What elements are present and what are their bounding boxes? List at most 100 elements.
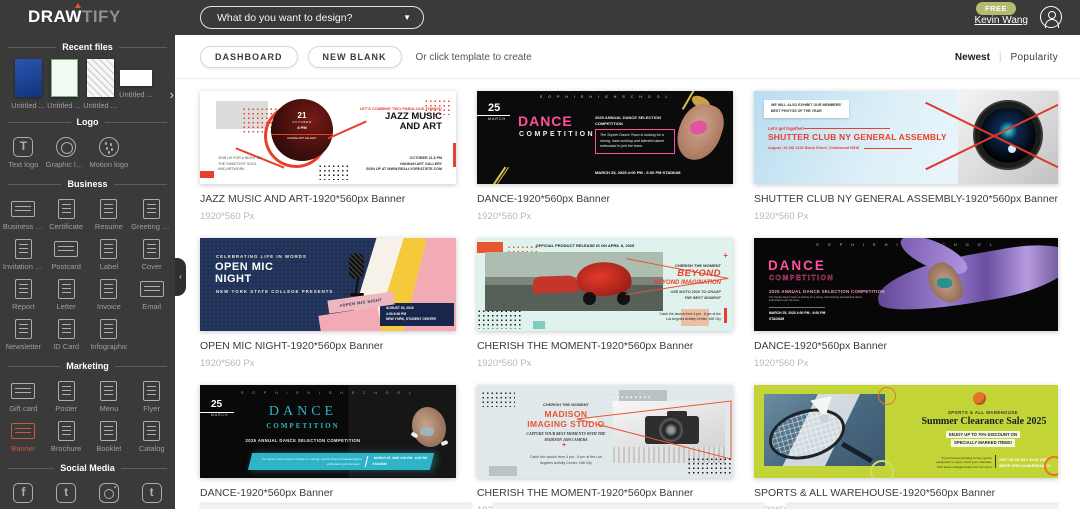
design-type-dropdown[interactable]: What do you want to design? ▼ xyxy=(200,6,424,29)
sidebar-item-invitation-card[interactable]: Invitation card xyxy=(2,239,45,271)
tumblr-icon: t xyxy=(141,483,162,503)
sidebar-item-poster[interactable]: Poster xyxy=(45,381,88,413)
warehouse-brand: SPORTS & ALL WAREHOUSE xyxy=(947,410,1019,415)
sort-popularity[interactable]: Popularity xyxy=(1011,52,1058,63)
jazz-title: JAZZ MUSIC AND ART xyxy=(384,111,442,133)
sidebar-item-motion-logo[interactable]: Motion logo xyxy=(88,137,131,169)
event-text: 2025 ANNUAL DANCE SELECTION COMPETITION xyxy=(594,115,661,126)
sort-newest[interactable]: Newest xyxy=(955,52,990,63)
sidebar-item-text-logo[interactable]: Text logo xyxy=(2,137,45,169)
sidebar-item-instagram[interactable] xyxy=(88,483,131,503)
event-description-box: The Sophie Dance Team is looking for a s… xyxy=(594,129,675,154)
dance-title: DANCE xyxy=(767,258,826,273)
sidebar-item-greeting-card[interactable]: Greeting card xyxy=(130,199,173,231)
sort-divider: | xyxy=(998,51,1002,63)
decor-black-dots xyxy=(686,457,733,475)
sidebar-item-menu[interactable]: Menu xyxy=(88,381,131,413)
sidebar-item-flyer[interactable]: Flyer xyxy=(130,381,173,413)
decor-orange-ring xyxy=(1044,456,1058,476)
template-preview-dance-teal[interactable]: S O P H I E H I G H S C H O O L 25 MARCH… xyxy=(200,385,456,478)
template-preview-dance-pink[interactable]: S O P H I E H I G H S C H O O L 25 MARCH… xyxy=(476,91,733,184)
chevron-down-icon: ▼ xyxy=(403,13,411,22)
camera-lens-photo xyxy=(980,107,1036,163)
drawtify-logo[interactable]: DRAWTIFY xyxy=(28,3,121,27)
small-heading: CELEBRATING LIFE IN WORDS xyxy=(216,254,307,259)
template-size: 1920*560 Px xyxy=(476,211,532,222)
resume-icon xyxy=(100,199,118,219)
tab-dashboard[interactable]: DASHBOARD xyxy=(200,46,298,68)
shuttlecock-illustration xyxy=(819,414,829,423)
dance-title: DANCE xyxy=(268,404,338,419)
car-illustration xyxy=(532,275,580,294)
account-avatar-icon[interactable] xyxy=(1040,6,1062,28)
recent-file-4[interactable]: Untitled ... xyxy=(118,59,154,99)
sidebar-collapse-handle[interactable]: ‹ xyxy=(175,258,186,296)
text-logo-icon xyxy=(13,137,34,157)
sidebar-item-postcard[interactable]: Postcard xyxy=(45,239,88,271)
template-preview-jazz[interactable]: 21 OCTOBER 8 PM HANNAH ART GALLERY LET'S… xyxy=(200,91,456,184)
logo-text-secondary: TIFY xyxy=(81,7,121,26)
sidebar-item-facebook[interactable]: f xyxy=(2,483,45,503)
sidebar-item-banner-active[interactable]: Banner xyxy=(2,421,45,453)
user-area: FREE Kevin Wang xyxy=(900,0,1080,35)
sidebar-item-booklet[interactable]: Booklet xyxy=(88,421,131,453)
beyond-title: BEYOND xyxy=(677,268,721,279)
template-preview-beyond-moto[interactable]: OFFICIAL PRODUCT RELEASE IS ON APRIL 8, … xyxy=(476,238,733,331)
sidebar-item-newsletter[interactable]: Newsletter xyxy=(2,319,45,351)
sidebar-item-report[interactable]: Report xyxy=(2,279,45,311)
teal-brush-banner: The Sophie Dance Team is looking for a s… xyxy=(247,453,435,470)
social-media-grid: f t t xyxy=(0,478,175,506)
sidebar-item-email[interactable]: Email xyxy=(130,279,173,311)
template-card-shutter-club[interactable]: WE WILL ALSO EXHIBIT OUR MEMBERS' BEST PH… xyxy=(753,91,1058,222)
invoice-icon xyxy=(100,279,118,299)
template-card-dance-purple[interactable]: S O P H I E H I G H S C H O O L DANCE CO… xyxy=(753,238,1058,369)
moto-note: USE MOTO 2020 TO GRASP THE BEST MOMENT xyxy=(670,290,721,300)
template-preview-madison-studio[interactable]: CHERISH THE MOMENT MADISON IMAGING STUDIO… xyxy=(476,385,733,478)
recent-files-next-arrow[interactable]: › xyxy=(170,87,174,102)
sidebar-item-invoice[interactable]: Invoice xyxy=(88,279,131,311)
sidebar-item-letter[interactable]: Letter xyxy=(45,279,88,311)
recent-file-thumbnail xyxy=(50,59,78,97)
tab-new-blank[interactable]: NEW BLANK xyxy=(307,46,402,68)
dance-subtitle: COMPETITION xyxy=(768,275,835,282)
template-preview-dance-purple[interactable]: S O P H I E H I G H S C H O O L DANCE CO… xyxy=(753,238,1058,331)
template-card-jazz[interactable]: 21 OCTOBER 8 PM HANNAH ART GALLERY LET'S… xyxy=(200,91,456,222)
event-note: The Sophie Dance Team is looking for a s… xyxy=(768,296,863,302)
sidebar-item-business-card[interactable]: Business card xyxy=(2,199,45,231)
template-title: SHUTTER CLUB NY GENERAL ASSEMBLY-1920*56… xyxy=(753,193,1058,205)
template-card-summer-sale[interactable]: SPORTS & ALL WAREHOUSE Summer Clearance … xyxy=(753,385,1058,509)
drawtify-app: DRAWTIFY What do you want to design? ▼ F… xyxy=(0,0,1080,509)
template-preview-open-mic[interactable]: AUGUST 30, 2019 4:30-9:00 PM NEW YORK, STU… xyxy=(200,238,456,331)
sidebar-item-catalog[interactable]: Catalog xyxy=(130,421,173,453)
template-preview-summer-sale[interactable]: SPORTS & ALL WAREHOUSE Summer Clearance … xyxy=(753,385,1058,478)
template-card-dance-teal[interactable]: S O P H I E H I G H S C H O O L 25 MARCH… xyxy=(200,385,456,509)
template-preview-shutter-club[interactable]: WE WILL ALSO EXHIBIT OUR MEMBERS' BEST PH… xyxy=(753,91,1058,184)
recent-file-1[interactable]: Untitled ... xyxy=(10,59,46,110)
recent-file-3[interactable]: Untitled ... xyxy=(82,59,118,110)
design-type-dropdown-label: What do you want to design? xyxy=(217,11,353,24)
sidebar-item-certificate[interactable]: Certificate xyxy=(45,199,88,231)
dance-title: DANCE xyxy=(517,113,573,129)
template-card-open-mic[interactable]: AUGUST 30, 2019 4:30-9:00 PM NEW YORK, STU… xyxy=(200,238,456,369)
sidebar-item-id-card[interactable]: ID Card xyxy=(45,319,88,351)
sidebar-item-graphic-logo[interactable]: Graphic logo xyxy=(45,137,88,169)
sidebar-item-gift-card[interactable]: Gift card xyxy=(2,381,45,413)
sidebar-item-label[interactable]: Label xyxy=(88,239,131,271)
aperture-icon xyxy=(56,137,77,157)
template-card-dance-pink[interactable]: S O P H I E H I G H S C H O O L 25 MARCH… xyxy=(476,91,733,222)
template-title: CHERISH THE MOMENT-1920*560px Banner xyxy=(476,340,694,352)
sidebar-item-cover[interactable]: Cover xyxy=(130,239,173,271)
template-title: DANCE-1920*560px Banner xyxy=(753,340,888,352)
marketing-section-header: Marketing xyxy=(8,361,168,371)
sidebar-item-resume[interactable]: Resume xyxy=(88,199,131,231)
sidebar-item-infographic[interactable]: Infographic xyxy=(88,319,131,351)
sidebar-item-brochure[interactable]: Brochure xyxy=(45,421,88,453)
newsletter-icon xyxy=(14,319,32,339)
event-text: 2025 ANNUAL DANCE SELECTION COMPETITION xyxy=(768,289,885,294)
sidebar-item-tumblr[interactable]: t xyxy=(130,483,173,503)
user-name-link[interactable]: Kevin Wang xyxy=(974,15,1028,26)
sidebar-item-twitter[interactable]: t xyxy=(45,483,88,503)
template-card-beyond-moto[interactable]: OFFICIAL PRODUCT RELEASE IS ON APRIL 8, … xyxy=(476,238,733,369)
recent-file-2[interactable]: Untitled ... xyxy=(46,59,82,110)
template-card-madison-studio[interactable]: CHERISH THE MOMENT MADISON IMAGING STUDIO… xyxy=(476,385,733,509)
